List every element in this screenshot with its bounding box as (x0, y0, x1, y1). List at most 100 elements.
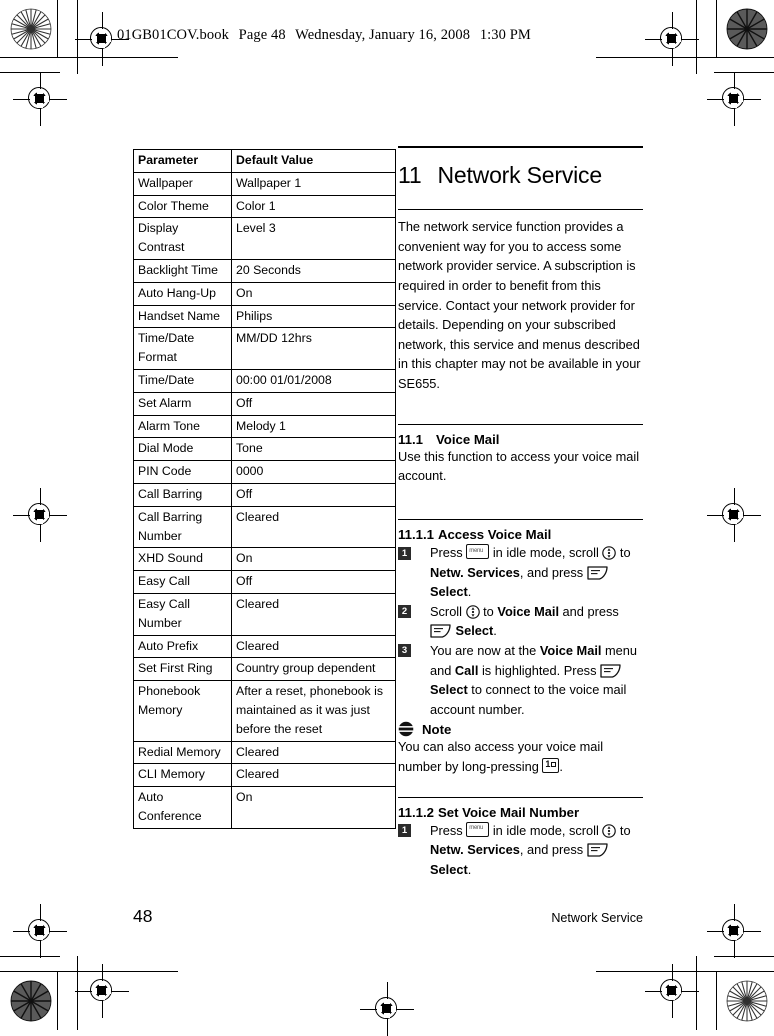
table-row: XHD Sound On (133, 547, 396, 572)
table-cell-parameter: Handset Name (133, 304, 232, 329)
key-1-voicemail-icon: 1 (542, 757, 560, 773)
emphasis-text: Select (430, 682, 468, 698)
section-11-1-2-rule (398, 796, 643, 798)
table-row: Call Barring Off (133, 482, 396, 507)
scroll-navigator-icon (465, 604, 480, 619)
right-column: 11 Network Service The network service fu… (398, 146, 643, 879)
table-row: Color Theme Color 1 (133, 194, 396, 219)
table-row: Set First Ring Country group dependent (133, 657, 396, 682)
step-number-badge: 2 (398, 605, 411, 619)
table-cell-default-value: 0000 (231, 460, 396, 484)
table-row: PIN Code 0000 (133, 460, 396, 484)
page-footer: 48 Network Service (133, 906, 643, 927)
emphasis-text: Select (430, 584, 468, 600)
section-number-11-1: 11.1 (398, 431, 423, 447)
table-cell-parameter: Call Barring Number (133, 505, 232, 549)
chapter-intro-paragraph: The network service function provides a … (398, 219, 641, 392)
step-item: 1 Press menu in idle mode, scroll to Netw… (398, 821, 643, 880)
table-cell-parameter: Auto Conference (133, 786, 232, 829)
step-list-11-1-1: 1 Press menu in idle mode, scroll to Netw… (398, 543, 643, 719)
section-heading-11-1-1: 11.1.1 Access Voice Mail (398, 527, 643, 542)
intro-rule (398, 209, 643, 211)
step-text: Scroll to Voice Mail and press Select. (430, 603, 619, 639)
table-cell-default-value: Off (231, 391, 396, 416)
table-cell-default-value: Cleared (231, 505, 396, 549)
menu-key-icon: menu (466, 544, 490, 559)
table-cell-default-value: On (231, 786, 396, 829)
table-cell-parameter: Auto Prefix (133, 634, 232, 659)
table-cell-parameter: Set First Ring (133, 657, 232, 682)
soft-key-icon (600, 663, 622, 678)
note-label: Note (422, 721, 452, 737)
section-11-1-body: Use this function to access your voice m… (398, 448, 640, 484)
table-cell-parameter: XHD Sound (133, 547, 232, 572)
table-cell-parameter: Wallpaper (133, 171, 232, 196)
table-cell-parameter: Display Contrast (133, 217, 232, 260)
section-title-11-1: Voice Mail (435, 431, 500, 447)
table-row: Auto Hang-Up On (133, 281, 396, 306)
emphasis-text: Call (454, 662, 479, 678)
page-title: 11 Network Service (398, 162, 643, 189)
note-body: You can also access your voice mail numb… (398, 739, 604, 774)
emphasis-text: Netw. Services (430, 564, 520, 580)
section-title-11-1-1: Access Voice Mail (437, 527, 552, 542)
table-header-cell: Parameter (133, 149, 232, 173)
section-heading-11-1-2: 11.1.2 Set Voice Mail Number (398, 805, 643, 820)
table-row: Redial Memory Cleared (133, 740, 396, 765)
table-header-row: Parameter Default Value (133, 149, 396, 173)
table-row: Easy Call Off (133, 570, 396, 594)
section-title-11-1-2: Set Voice Mail Number (437, 804, 580, 820)
section-number-11-1-1: 11.1.1 (398, 527, 434, 542)
table-row: Display Contrast Level 3 (133, 217, 396, 260)
table-cell-parameter: Time/Date (133, 368, 232, 393)
default-settings-table-wrapper: Parameter Default Value Wallpaper Wallpaper… (133, 149, 396, 829)
table-cell-default-value: Wallpaper 1 (231, 171, 396, 196)
table-row: Set Alarm Off (133, 391, 396, 416)
running-title: Network Service (551, 911, 643, 925)
table-cell-default-value: Color 1 (231, 194, 396, 219)
table-header-cell: Default Value (231, 149, 396, 173)
note-heading: Note (398, 721, 643, 737)
chapter-top-rule (398, 146, 643, 149)
section-11-1-rule (398, 423, 643, 425)
page-number: 48 (133, 906, 153, 926)
emphasis-text: Select (430, 861, 468, 877)
section-heading-11-1: 11.1 Voice Mail (398, 432, 643, 447)
table-cell-default-value: After a reset, phonebook is maintained a… (231, 680, 396, 742)
emphasis-text: Select (452, 623, 494, 639)
table-cell-default-value: Level 3 (231, 217, 396, 260)
emphasis-text: Netw. Services (430, 842, 520, 858)
table-row: Easy Call Number Cleared (133, 592, 396, 636)
table-row: Call Barring Number Cleared (133, 505, 396, 549)
table-cell-default-value: Cleared (231, 763, 396, 788)
scroll-navigator-icon (602, 546, 617, 560)
table-cell-parameter: Set Alarm (133, 391, 232, 416)
table-cell-default-value: Philips (231, 304, 396, 329)
step-text: You are now at the Voice Mail menu and C… (430, 642, 638, 717)
table-row: Time/Date 00:00 01/01/2008 (133, 368, 396, 393)
step-text: Press menu in idle mode, scroll to Netw.… (430, 821, 631, 877)
table-cell-parameter: CLI Memory (133, 763, 232, 788)
table-cell-parameter: Backlight Time (133, 258, 232, 283)
table-cell-parameter: PIN Code (133, 460, 232, 484)
step-item: 1 Press menu in idle mode, scroll to Netw… (398, 543, 643, 602)
step-number-badge: 3 (398, 644, 411, 658)
table-cell-default-value: Tone (231, 437, 396, 462)
menu-key-icon: menu (466, 821, 490, 837)
table-cell-default-value: Cleared (231, 592, 396, 636)
table-cell-default-value: Off (231, 482, 396, 507)
table-cell-parameter: Color Theme (133, 194, 232, 219)
table-row: Auto Conference On (133, 786, 396, 829)
table-row: Wallpaper Wallpaper 1 (133, 171, 396, 196)
step-list-11-1-2: 1 Press menu in idle mode, scroll to Netw… (398, 821, 643, 880)
step-number-badge: 1 (398, 546, 411, 560)
table-cell-default-value: Cleared (231, 740, 396, 765)
note-icon (398, 721, 414, 737)
step-number-badge: 1 (398, 824, 411, 838)
table-cell-default-value: On (231, 281, 396, 306)
soft-key-icon (587, 565, 609, 580)
step-item: 2 Scroll to Voice Mail and press Select. (398, 602, 643, 641)
table-row: Backlight Time 20 Seconds (133, 258, 396, 283)
chapter-title: Network Service (437, 162, 602, 189)
table-cell-default-value: Country group dependent (231, 657, 396, 682)
